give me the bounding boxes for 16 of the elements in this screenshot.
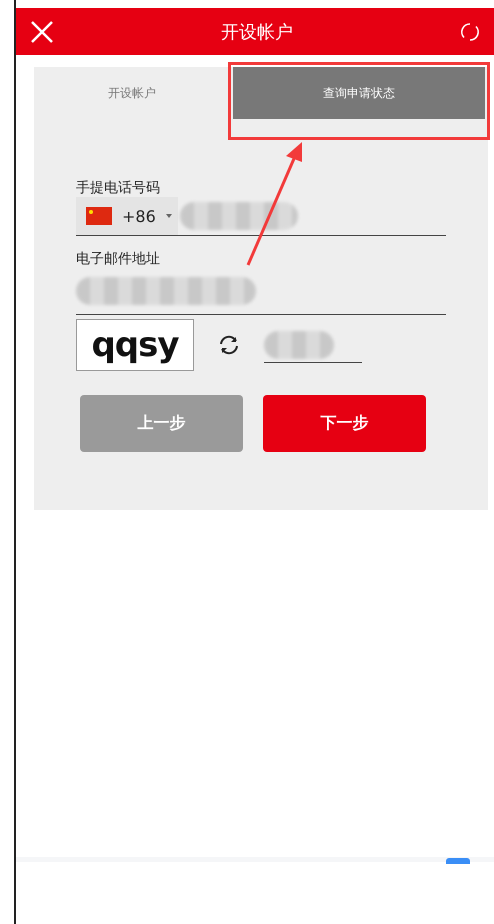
tab[interactable]: 开设帐户: [34, 67, 230, 119]
flag-icon: [86, 207, 112, 225]
tab[interactable]: 查询申请状态: [233, 67, 485, 119]
caret-icon: [166, 214, 172, 218]
captcha-image: qqsy: [76, 319, 194, 371]
next-button[interactable]: 下一步: [263, 395, 426, 452]
field-label: 手提电话号码: [76, 179, 161, 197]
close-icon[interactable]: [30, 20, 54, 44]
scroll-handle: [446, 858, 470, 864]
phone-field[interactable]: +86: [76, 197, 446, 236]
country-code[interactable]: +86: [122, 206, 156, 226]
header-title: 开设帐户: [221, 20, 293, 44]
field-label: 电子邮件地址: [76, 250, 161, 268]
blurred-text: [264, 330, 334, 358]
back-button[interactable]: 上一步: [80, 395, 243, 452]
refresh-icon[interactable]: [218, 334, 240, 356]
